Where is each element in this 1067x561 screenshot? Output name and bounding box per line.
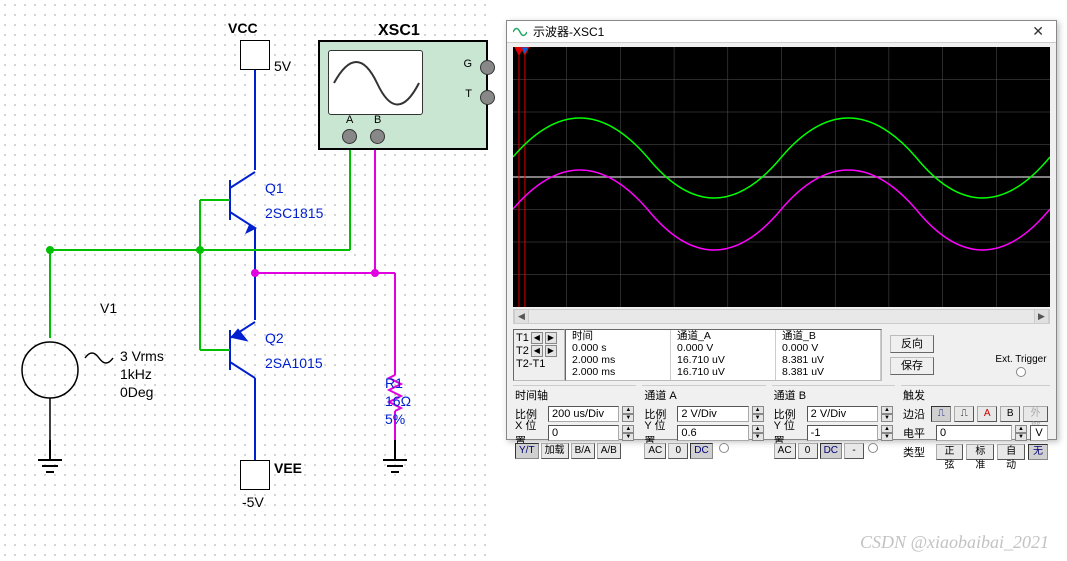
chb-dc-button[interactable]: DC — [820, 443, 842, 459]
xsc1-port-t-label: T — [465, 88, 472, 100]
trig-src-b-button[interactable]: B — [1000, 406, 1020, 422]
r1-ref: R1 — [385, 375, 403, 391]
cha-ac-button[interactable]: AC — [644, 443, 666, 459]
cursor-selector: T1 ◀ ▶ T2 ◀ ▶ T2-T1 — [513, 329, 565, 381]
vee-value: -5V — [242, 494, 264, 510]
channel-a-title: 通道 A — [644, 387, 763, 403]
channel-b-title: 通道 B — [774, 387, 893, 403]
t2-right-button[interactable]: ▶ — [545, 345, 557, 357]
xsc1-port-g-label: G — [463, 58, 472, 70]
trigger-panel: 触发 边沿 ⎍ ⎍ A B 外部 电平 0 ▲▼ V 类型 正弦 标准 自动 无 — [901, 385, 1050, 435]
plot-scrollbar[interactable]: ◀ ▶ — [513, 309, 1050, 324]
q1-part: 2SC1815 — [265, 205, 323, 221]
xsc1-port-t[interactable] — [480, 90, 495, 105]
col-time: 时间 — [572, 330, 593, 342]
mode-ab-button[interactable]: A/B — [597, 443, 621, 459]
window-title: 示波器-XSC1 — [533, 23, 604, 40]
timebase-title: 时间轴 — [515, 387, 634, 403]
app-icon — [513, 25, 527, 39]
trig-src-ext-button[interactable]: 外部 — [1023, 406, 1048, 422]
trig-type-auto-button[interactable]: 自动 — [997, 444, 1025, 460]
t2-label: T2 — [516, 345, 529, 357]
v1-vrms: 3 Vrms — [120, 348, 164, 364]
cha-zero-button[interactable]: 0 — [668, 443, 688, 459]
trigger-title: 触发 — [903, 387, 1048, 403]
titlebar[interactable]: 示波器-XSC1 ✕ — [507, 21, 1056, 43]
chb-enable-radio[interactable] — [868, 443, 878, 453]
chb-scale-input[interactable]: 2 V/Div — [807, 406, 878, 422]
r1-value: 16Ω — [385, 393, 411, 409]
channel-b-panel: 通道 B 比例 2 V/Div ▲▼ Y 位置 -1 ▲▼ AC 0 DC - — [772, 385, 895, 435]
vee-terminal[interactable] — [240, 460, 270, 490]
v1-freq: 1kHz — [120, 366, 152, 382]
q1-ref: Q1 — [265, 180, 284, 196]
mode-yt-button[interactable]: Y/T — [515, 443, 539, 459]
chb-invert-button[interactable]: - — [844, 443, 864, 459]
cha-ypos-input[interactable]: 0.6 — [677, 425, 748, 441]
dt-label: T2-T1 — [516, 358, 545, 370]
timebase-scale-up[interactable]: ▲ — [622, 406, 634, 414]
cha-scale-input[interactable]: 2 V/Div — [677, 406, 748, 422]
edge-falling-button[interactable]: ⎍ — [954, 406, 974, 422]
trig-src-a-button[interactable]: A — [977, 406, 997, 422]
mode-add-button[interactable]: 加载 — [541, 443, 569, 459]
r1-tol: 5% — [385, 411, 405, 427]
trig-type-none-button[interactable]: 无 — [1028, 444, 1048, 460]
v1-ref: V1 — [100, 300, 117, 316]
q2-ref: Q2 — [265, 330, 284, 346]
vee-label: VEE — [274, 460, 302, 476]
xsc1-port-a[interactable] — [342, 129, 357, 144]
v1-phase: 0Deg — [120, 384, 153, 400]
xsc1-port-b[interactable] — [370, 129, 385, 144]
scroll-left-button[interactable]: ◀ — [514, 310, 529, 323]
xsc1-screen-icon — [328, 50, 423, 115]
timebase-panel: 时间轴 比例 200 us/Div ▲▼ X 位置 0 ▲▼ Y/T 加载 B/… — [513, 385, 636, 435]
schematic-canvas: VCC 5V VEE -5V Q1 2SC1815 Q2 2SA1015 V1 … — [0, 0, 490, 561]
vcc-value: 5V — [274, 58, 291, 74]
col-a: 通道_A — [677, 330, 711, 342]
scroll-right-button[interactable]: ▶ — [1034, 310, 1049, 323]
ext-trigger-radio[interactable] — [1016, 367, 1026, 377]
t2-left-button[interactable]: ◀ — [531, 345, 543, 357]
vcc-label: VCC — [228, 20, 258, 36]
col-b: 通道_B — [782, 330, 816, 342]
oscilloscope-plot[interactable] — [513, 47, 1050, 307]
edge-rising-button[interactable]: ⎍ — [931, 406, 951, 422]
cha-dc-button[interactable]: DC — [690, 443, 712, 459]
timebase-xpos-input[interactable]: 0 — [548, 425, 619, 441]
measurement-table: 时间 0.000 s 2.000 ms 2.000 ms 通道_A 0.000 … — [565, 329, 882, 381]
trig-type-normal-button[interactable]: 标准 — [966, 444, 994, 460]
chb-zero-button[interactable]: 0 — [798, 443, 818, 459]
t1-left-button[interactable]: ◀ — [531, 332, 543, 344]
ext-trigger-label: Ext. Trigger — [995, 354, 1046, 365]
chb-ac-button[interactable]: AC — [774, 443, 796, 459]
t1-label: T1 — [516, 332, 529, 344]
timebase-scale-down[interactable]: ▼ — [622, 414, 634, 422]
t1-right-button[interactable]: ▶ — [545, 332, 557, 344]
xsc1-port-g[interactable] — [480, 60, 495, 75]
vcc-terminal[interactable] — [240, 40, 270, 70]
save-button[interactable]: 保存 — [890, 357, 934, 375]
trig-level-unit[interactable]: V — [1030, 425, 1048, 441]
xsc1-ref: XSC1 — [378, 22, 420, 40]
q2-part: 2SA1015 — [265, 355, 323, 371]
oscilloscope-window: 示波器-XSC1 ✕ ◀ ▶ T1 ◀ — [506, 20, 1057, 440]
channel-a-panel: 通道 A 比例 2 V/Div ▲▼ Y 位置 0.6 ▲▼ AC 0 DC — [642, 385, 765, 435]
xsc1-instrument[interactable]: A B G T — [318, 40, 488, 150]
mode-ba-button[interactable]: B/A — [571, 443, 595, 459]
watermark: CSDN @xiaobaibai_2021 — [860, 532, 1049, 553]
chb-ypos-input[interactable]: -1 — [807, 425, 878, 441]
xsc1-port-a-label: A — [346, 114, 353, 126]
cha-enable-radio[interactable] — [719, 443, 729, 453]
reverse-button[interactable]: 反向 — [890, 335, 934, 353]
timebase-scale-input[interactable]: 200 us/Div — [548, 406, 619, 422]
trig-type-sine-button[interactable]: 正弦 — [936, 444, 964, 460]
close-button[interactable]: ✕ — [1026, 23, 1050, 40]
trig-level-input[interactable]: 0 — [936, 425, 1012, 441]
xsc1-port-b-label: B — [374, 114, 381, 126]
